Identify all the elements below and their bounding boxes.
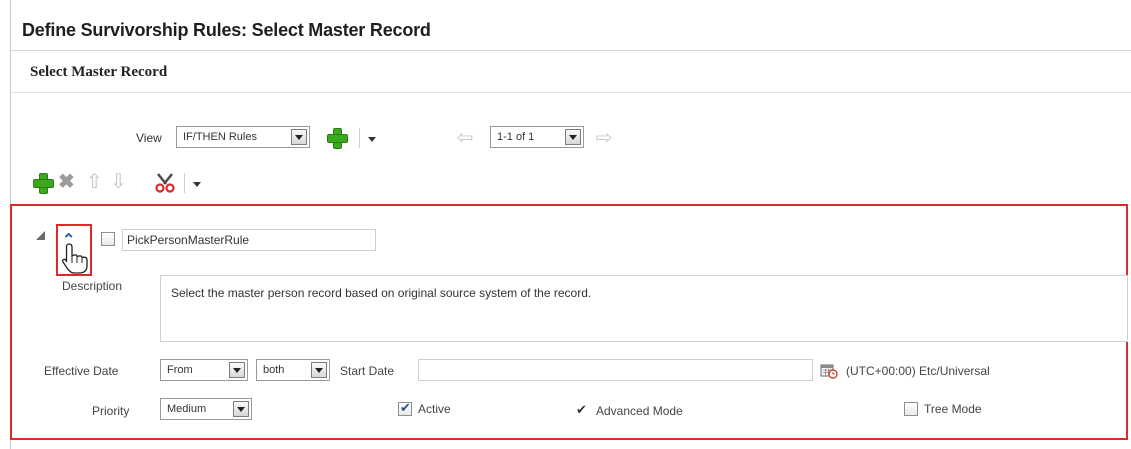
separator (359, 128, 360, 148)
chevron-down-icon[interactable] (229, 362, 245, 378)
effective-date-label: Effective Date (44, 364, 119, 378)
divider (11, 50, 1131, 51)
pager-select-value: 1-1 of 1 (497, 131, 535, 143)
chevron-down-icon[interactable] (291, 129, 307, 145)
start-date-input[interactable] (418, 359, 813, 381)
separator (184, 173, 185, 193)
view-select[interactable]: IF/THEN Rules (176, 126, 310, 148)
priority-value: Medium (167, 403, 207, 415)
view-label: View (136, 131, 162, 145)
add-icon[interactable] (32, 172, 54, 194)
priority-label: Priority (92, 404, 130, 418)
chevron-down-icon[interactable] (233, 401, 249, 417)
view-select-value: IF/THEN Rules (183, 131, 257, 143)
chevron-down-icon[interactable] (565, 129, 581, 145)
section-title: Select Master Record (30, 64, 168, 80)
rule-name-value: PickPersonMasterRule (127, 233, 250, 247)
start-date-label: Start Date (340, 364, 395, 378)
effective-scope-select[interactable]: both (256, 359, 330, 381)
effective-scope-value: both (263, 364, 285, 376)
cut-icon[interactable] (154, 172, 176, 194)
page-title: Define Survivorship Rules: Select Master… (22, 20, 431, 40)
hand-pointer-icon (61, 243, 88, 274)
description-value: Select the master person record based on… (171, 286, 592, 300)
checkmark-icon: ✔ (576, 402, 587, 417)
description-textarea[interactable]: Select the master person record based on… (160, 275, 1128, 342)
timezone-label: (UTC+00:00) Etc/Universal (846, 364, 990, 378)
previous-page-icon[interactable]: ⇦ (454, 128, 476, 148)
effective-from-value: From (167, 364, 193, 376)
description-label: Description (62, 279, 123, 293)
tree-mode-checkbox[interactable] (904, 402, 918, 416)
move-down-icon[interactable]: ⇩ (110, 172, 127, 192)
priority-select[interactable]: Medium (160, 398, 252, 420)
collapse-triangle-icon[interactable] (36, 231, 45, 240)
effective-from-select[interactable]: From (160, 359, 248, 381)
active-label: Active (418, 402, 451, 416)
divider (11, 92, 1131, 93)
rule-name-input[interactable]: PickPersonMasterRule (122, 229, 376, 251)
rule-select-checkbox[interactable] (101, 232, 115, 246)
advanced-mode-label: Advanced Mode (596, 404, 683, 418)
chevron-down-icon[interactable] (311, 362, 327, 378)
next-page-icon[interactable]: ⇨ (593, 128, 615, 148)
add-view-icon[interactable] (326, 127, 348, 149)
calendar-icon[interactable] (820, 363, 838, 379)
dropdown-icon[interactable] (368, 137, 376, 142)
delete-icon[interactable]: ✖ (58, 172, 75, 192)
tree-mode-label: Tree Mode (924, 402, 982, 416)
pager-select[interactable]: 1-1 of 1 (490, 126, 584, 148)
dropdown-icon[interactable] (193, 182, 201, 187)
active-checkbox[interactable] (398, 400, 412, 416)
move-up-icon[interactable]: ⇧ (86, 172, 103, 192)
